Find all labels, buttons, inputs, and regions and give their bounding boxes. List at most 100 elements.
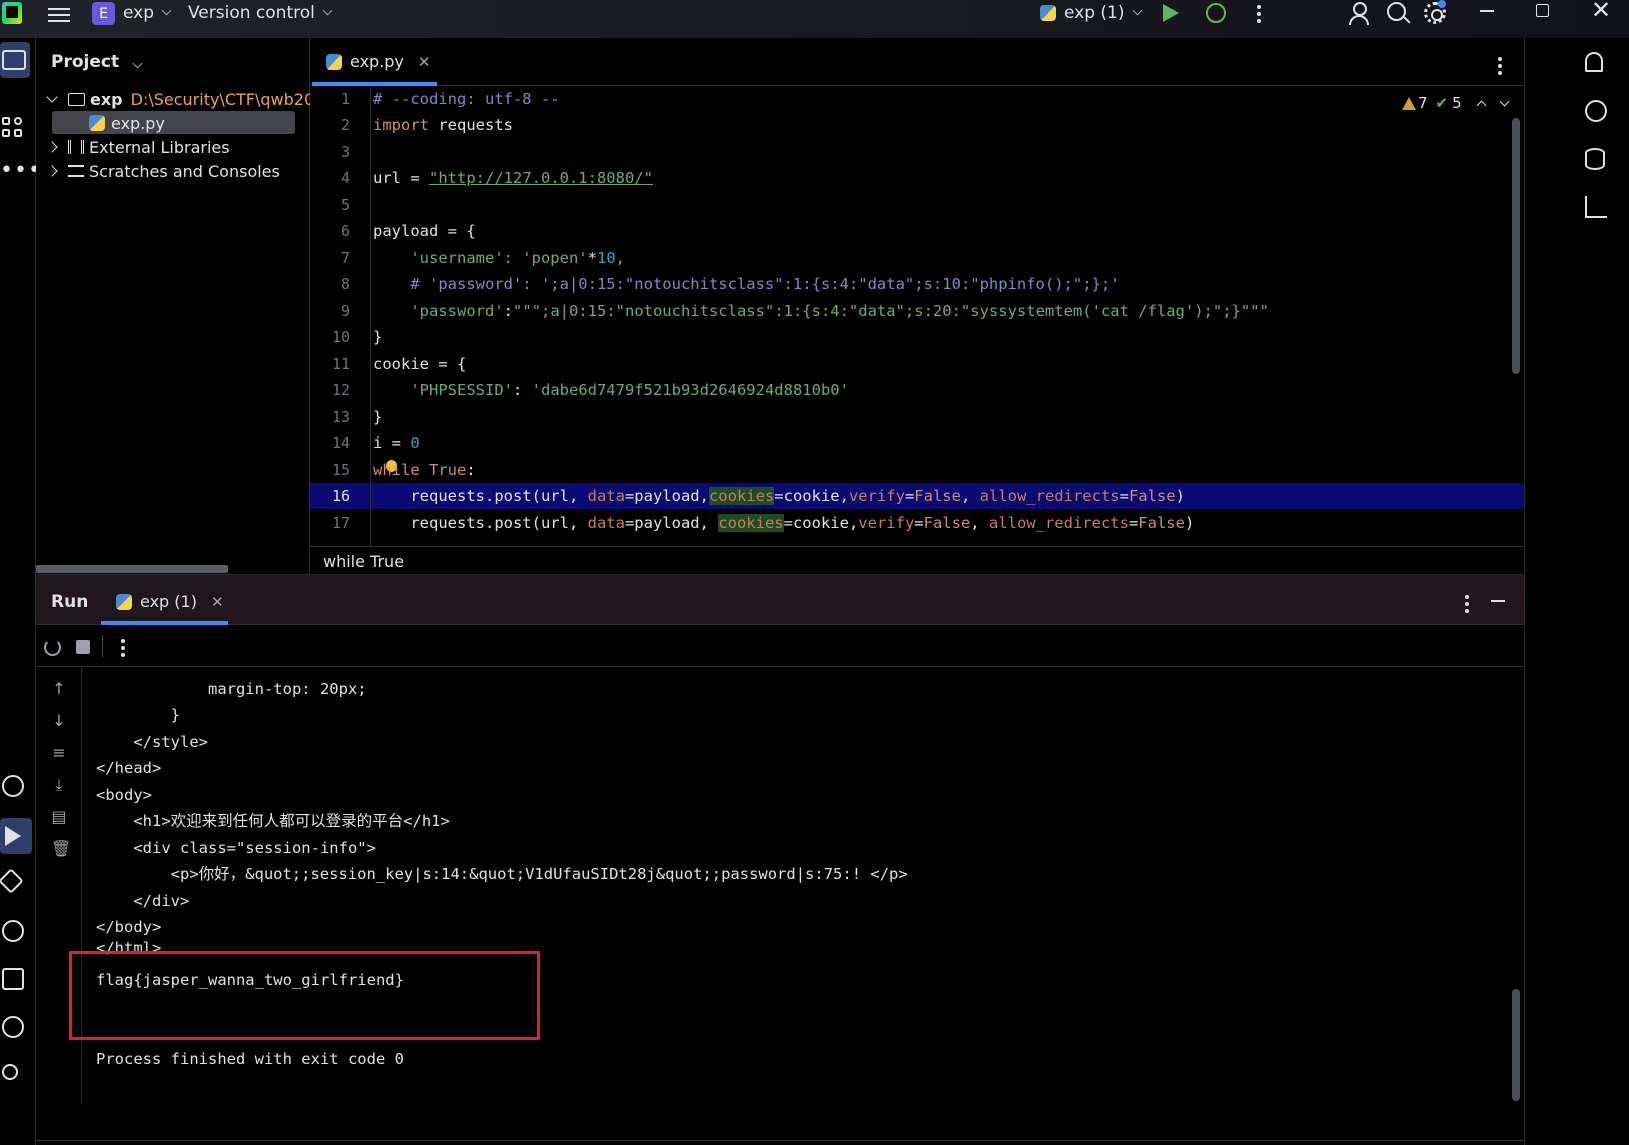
breadcrumb[interactable]: while True — [323, 552, 404, 571]
rerun-icon[interactable] — [44, 639, 61, 656]
code-token: "http://127.0.0.1:8080/" — [429, 169, 653, 187]
collapsed-arrow-icon[interactable] — [46, 141, 58, 153]
structure-icon[interactable] — [2, 117, 30, 145]
code-line-10: } — [373, 324, 382, 350]
tree-item-exp-py[interactable]: exp.py — [89, 111, 165, 135]
close-tab-icon[interactable]: ✕ — [418, 53, 431, 71]
git-icon[interactable] — [2, 1064, 18, 1080]
more-actions-icon[interactable] — [1257, 2, 1261, 26]
services-icon[interactable] — [2, 920, 24, 942]
maximize-window-button[interactable] — [1536, 4, 1549, 17]
run-options-icon[interactable] — [1465, 592, 1469, 616]
ai-assistant-icon[interactable] — [1585, 100, 1607, 122]
run-tool-icon[interactable] — [5, 826, 21, 846]
code-token: False — [1128, 487, 1176, 505]
code-token: """;a|0:15:"notouchitsclass":1:{s:4:"dat… — [513, 302, 1269, 320]
minimize-window-button[interactable] — [1480, 10, 1494, 12]
code-token: allow_redirects — [979, 487, 1120, 505]
run-config-selector[interactable]: exp (1) — [1040, 3, 1142, 23]
notifications-bell-icon[interactable] — [1585, 52, 1603, 72]
python-file-icon — [116, 593, 132, 610]
tree-item-exp[interactable]: exp D:\Security\CTF\qwb202 — [46, 87, 324, 111]
inspection-widget[interactable]: 7 ✔ 5 — [1402, 94, 1510, 112]
project-panel-header[interactable]: Project — [51, 52, 143, 72]
close-window-button[interactable]: ✕ — [1591, 0, 1611, 22]
project-folder-icon[interactable] — [2, 50, 26, 70]
more-tools-icon[interactable]: ••• — [0, 160, 41, 194]
tree-item-label: exp — [90, 89, 123, 109]
terminal-icon[interactable] — [2, 968, 24, 990]
project-panel: Project exp D:\Security\CTF\qwb202 exp.p… — [36, 38, 324, 574]
project-switcher[interactable]: exp — [123, 3, 172, 23]
clear-all-icon[interactable]: 🗑 — [51, 841, 71, 857]
scroll-to-end-icon[interactable]: ⤓ — [51, 777, 67, 793]
code-token: * — [587, 249, 597, 267]
hide-panel-button[interactable] — [1491, 600, 1505, 602]
run-panel-header: Run exp (1) ✕ — [36, 575, 1524, 625]
code-line-8: # 'password': ';a|0:15:"notouchitsclass"… — [373, 271, 1119, 297]
code-token: requests.post(url, — [373, 487, 588, 505]
tab-label: exp.py — [350, 52, 404, 71]
expanded-arrow-icon[interactable] — [46, 91, 58, 103]
debug-icon[interactable] — [1206, 3, 1226, 23]
line-number: 14 — [331, 434, 350, 452]
previous-highlight-icon[interactable] — [1476, 100, 1487, 110]
code-line-12: 'PHPSESSID': 'dabe6d7479f521b93d2646924d… — [373, 377, 849, 403]
tab-exp-py[interactable]: exp.py ✕ — [326, 52, 430, 71]
horizontal-scrollbar[interactable] — [36, 565, 228, 573]
code-token: False — [914, 487, 961, 505]
python-console-icon[interactable] — [2, 775, 24, 797]
scroll-up-icon[interactable]: ↑ — [51, 681, 67, 697]
python-file-icon — [326, 53, 342, 70]
next-highlight-icon[interactable] — [1499, 96, 1510, 106]
tree-item-label: Scratches and Consoles — [89, 161, 280, 181]
code-token: 0 — [410, 434, 420, 452]
warning-count: 7 — [1418, 94, 1428, 112]
line-number-gutter: 1 2 3 4 5 6 7 8 9 10 11 12 13 14 15 16 1… — [310, 86, 370, 546]
code-token: cookie = { — [373, 355, 467, 373]
code-token: ) — [1184, 514, 1195, 532]
code-area[interactable]: # --coding: utf-8 -- import requests url… — [373, 86, 1508, 546]
more-run-actions-icon[interactable] — [121, 636, 125, 660]
soft-wrap-icon[interactable]: ≡ — [51, 745, 67, 761]
code-token: =cookie, — [783, 514, 859, 532]
tree-item-external-libraries[interactable]: External Libraries — [46, 135, 230, 159]
run-icon[interactable] — [1163, 4, 1179, 22]
layers-icon[interactable] — [0, 868, 24, 894]
stop-icon[interactable] — [76, 640, 90, 654]
console-line: </div> — [96, 892, 190, 910]
project-badge[interactable]: E — [92, 2, 115, 25]
check-icon: ✔ — [1435, 94, 1449, 112]
code-token: verify — [858, 514, 915, 532]
collapsed-arrow-icon[interactable] — [46, 165, 58, 177]
python-file-icon — [1040, 5, 1056, 21]
code-token: 'username': 'popen' — [373, 249, 588, 267]
code-token: , — [970, 514, 989, 532]
console-vertical-scrollbar[interactable] — [1512, 989, 1520, 1101]
code-token: = — [1119, 487, 1129, 505]
search-icon[interactable] — [1387, 2, 1406, 21]
print-icon[interactable]: ▤ — [51, 809, 67, 825]
pycharm-logo-icon — [2, 2, 22, 24]
line-number: 5 — [340, 196, 350, 214]
version-control-menu[interactable]: Version control — [188, 3, 333, 23]
code-token: 10 — [596, 249, 616, 267]
scroll-down-icon[interactable]: ↓ — [51, 713, 67, 729]
tab-run-exp-1[interactable]: exp (1) ✕ — [116, 592, 224, 611]
main-menu-icon[interactable] — [48, 4, 70, 26]
add-user-icon[interactable] — [1349, 2, 1371, 25]
line-number: 1 — [340, 90, 350, 108]
editor-options-icon[interactable] — [1498, 54, 1502, 78]
database-icon[interactable] — [1585, 148, 1605, 170]
chevron-down-icon — [132, 58, 143, 69]
code-line-1: # --coding: utf-8 -- — [373, 86, 560, 112]
code-token: =payload, — [624, 514, 719, 532]
profiler-chart-icon[interactable] — [1585, 196, 1607, 218]
python-file-icon — [89, 115, 105, 131]
code-token: data — [587, 487, 625, 505]
problems-icon[interactable] — [2, 1016, 24, 1038]
tree-item-scratches[interactable]: Scratches and Consoles — [46, 159, 280, 183]
title-bar: E exp Version control exp (1) ✕ — [0, 0, 1629, 38]
editor-vertical-scrollbar[interactable] — [1512, 118, 1520, 374]
close-tab-icon[interactable]: ✕ — [211, 593, 224, 611]
